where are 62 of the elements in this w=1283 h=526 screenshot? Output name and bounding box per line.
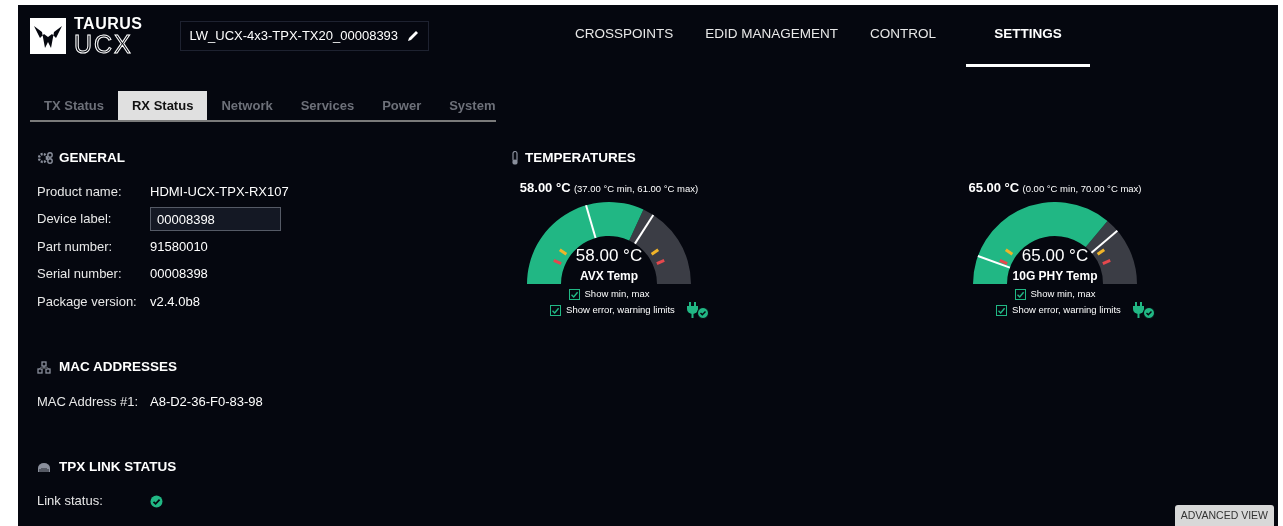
field-label: Part number: (37, 237, 114, 256)
nav-tab[interactable]: SETTINGS (966, 5, 1090, 67)
logo-brand-text: TAURUS (74, 15, 143, 32)
section-title: MAC ADDRESSES (59, 358, 177, 377)
field-value: v2.4.0b8 (150, 292, 200, 311)
sub-tab[interactable]: Network (207, 91, 287, 120)
plug-check-icon (685, 301, 710, 320)
gauge-name: AVX Temp (579, 270, 639, 283)
nav-tab[interactable]: CONTROL (854, 5, 953, 67)
error-limit-tick (1102, 259, 1111, 266)
device-name-text: LW_UCX-4x3-TPX-TX20_00008393 (189, 27, 399, 46)
checkbox[interactable] (550, 304, 562, 316)
warning-limit-tick (1004, 248, 1014, 256)
field-value: 00008398 (150, 265, 208, 284)
nav-tab[interactable]: CROSSPOINTS (559, 5, 690, 67)
section-title: TPX LINK STATUS (59, 458, 177, 476)
error-limit-tick (553, 259, 562, 266)
sub-tab[interactable]: Services (286, 91, 369, 120)
field-value: HDMI-UCX-TPX-RX107 (150, 182, 289, 201)
logo-icon (30, 18, 66, 54)
field-label: Package version: (37, 292, 138, 311)
temperature-reading: 58.00 °C (37.00 °C min, 61.00 °C max) (519, 178, 699, 197)
checkbox-label: Show error, warning limits (566, 303, 675, 318)
field-label: MAC Address #1: (37, 392, 140, 411)
checkbox[interactable] (1014, 288, 1026, 300)
gauge-value: 58.00 °C (575, 247, 643, 265)
error-limit-tick (656, 259, 665, 266)
section-title: TEMPERATURES (525, 148, 636, 167)
gauge-name: 10G PHY Temp (1012, 270, 1098, 283)
error-limit-tick (999, 259, 1008, 266)
checkbox[interactable] (568, 288, 580, 300)
thermometer-icon (511, 150, 519, 165)
field-label: Serial number: (37, 265, 123, 284)
sub-tab[interactable]: System (435, 91, 510, 120)
advanced-view-button[interactable]: ADVANCED VIEW (1174, 505, 1274, 526)
port-icon (37, 460, 53, 474)
temperature-reading: 65.00 °C (0.00 °C min, 70.00 °C max) (968, 178, 1142, 197)
field-label: Device label: (37, 210, 113, 229)
sub-tab[interactable]: Power (368, 91, 436, 120)
device-name-field[interactable]: LW_UCX-4x3-TPX-TX20_00008393 (180, 21, 430, 51)
gauge-value: 65.00 °C (1021, 247, 1089, 265)
nav-tab[interactable]: EDID MANAGEMENT (689, 5, 855, 67)
field-value: A8-D2-36-F0-83-98 (150, 392, 263, 411)
pencil-icon (406, 29, 421, 43)
field-label: Link status: (37, 492, 104, 511)
checkbox-label: Show min, max (584, 287, 650, 302)
checkbox-label: Show error, warning limits (1012, 303, 1121, 318)
warning-limit-tick (650, 248, 660, 256)
checkbox-label: Show min, max (1030, 287, 1096, 302)
warning-limit-tick (558, 248, 568, 256)
section-title: GENERAL (59, 148, 125, 167)
sub-tab[interactable]: RX Status (117, 91, 208, 120)
network-icon (37, 360, 53, 374)
field-value: 91580010 (150, 237, 208, 256)
checkbox[interactable] (996, 304, 1008, 316)
sub-tab[interactable]: TX Status (30, 91, 118, 120)
device-label-field[interactable]: 00008398 (150, 207, 281, 231)
gears-icon (37, 151, 53, 165)
plug-check-icon (1131, 301, 1156, 320)
field-label: Product name: (37, 182, 123, 201)
warning-limit-tick (1096, 248, 1106, 256)
logo-model-text: UCX (74, 31, 134, 57)
